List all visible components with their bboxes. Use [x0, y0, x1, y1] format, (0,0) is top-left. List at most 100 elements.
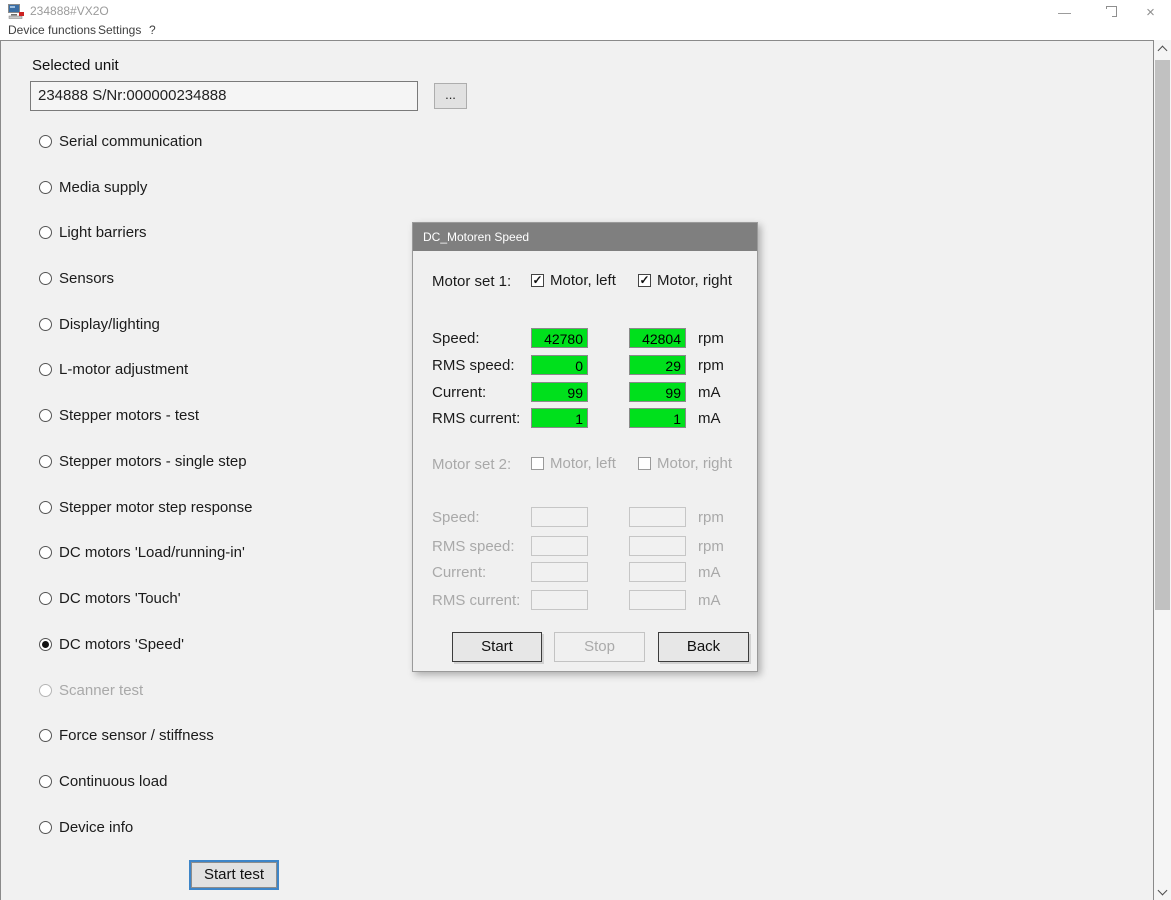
radio-icon	[39, 135, 52, 148]
test-option-l-motor-adjustment[interactable]: L-motor adjustment	[39, 360, 188, 378]
set1-rms-speed-right-value: 29	[629, 355, 686, 375]
test-option-stepper-motor-step-response[interactable]: Stepper motor step response	[39, 498, 252, 516]
menu-settings[interactable]: Settings	[98, 23, 141, 37]
minimize-icon[interactable]: —	[1042, 0, 1087, 24]
menu-help[interactable]: ?	[149, 23, 156, 37]
radio-icon	[39, 546, 52, 559]
radio-icon	[39, 272, 52, 285]
set1-rms-speed-left-value: 0	[531, 355, 588, 375]
radio-icon	[39, 821, 52, 834]
menu-device-functions[interactable]: Device functions	[8, 23, 96, 37]
radio-icon	[39, 775, 52, 788]
test-option-stepper-motors-test[interactable]: Stepper motors - test	[39, 406, 199, 424]
motor-set-1-label: Motor set 1:	[432, 273, 511, 290]
test-option-light-barriers[interactable]: Light barriers	[39, 223, 147, 241]
close-icon[interactable]: ×	[1128, 0, 1171, 24]
test-option-label: L-motor adjustment	[59, 361, 188, 378]
start-button[interactable]: Start	[452, 632, 542, 662]
set2-rms-current-right-value	[629, 590, 686, 610]
set2-speed-right-value	[629, 507, 686, 527]
checkbox-checked-icon	[638, 274, 651, 287]
radio-icon	[39, 226, 52, 239]
stop-button: Stop	[554, 632, 645, 662]
test-option-label: Continuous load	[59, 773, 167, 790]
test-option-label: Light barriers	[59, 224, 147, 241]
test-option-label: Media supply	[59, 179, 147, 196]
motor-set-1-right-checkbox[interactable]: Motor, right	[638, 272, 732, 289]
radio-icon	[39, 455, 52, 468]
scroll-down-icon[interactable]	[1154, 883, 1171, 900]
test-option-label: Device info	[59, 819, 133, 836]
selected-unit-field[interactable]: 234888 S/Nr:000000234888	[30, 81, 418, 111]
set1-current-label: Current:	[432, 384, 486, 401]
scroll-up-icon[interactable]	[1154, 40, 1171, 57]
set2-current-right-value	[629, 562, 686, 582]
test-option-label: Stepper motors - test	[59, 407, 199, 424]
motor-set-1-left-checkbox[interactable]: Motor, left	[531, 272, 616, 289]
test-option-dc-motors-touch[interactable]: DC motors 'Touch'	[39, 589, 181, 607]
radio-icon	[39, 501, 52, 514]
set2-rms-current-label: RMS current:	[432, 592, 520, 609]
start-test-button[interactable]: Start test	[189, 860, 279, 890]
test-option-stepper-motors-single-step[interactable]: Stepper motors - single step	[39, 452, 247, 470]
set1-rms-speed-label: RMS speed:	[432, 357, 515, 374]
test-option-label: Serial communication	[59, 133, 202, 150]
back-button[interactable]: Back	[658, 632, 749, 662]
test-option-scanner-test: Scanner test	[39, 681, 143, 699]
browse-button[interactable]: ...	[434, 83, 467, 109]
set2-speed-unit: rpm	[698, 509, 724, 526]
set1-rms-current-left-value: 1	[531, 408, 588, 428]
window-titlebar: 234888#VX2O — ×	[0, 0, 1171, 22]
motor-set-2-label: Motor set 2:	[432, 456, 511, 473]
test-option-media-supply[interactable]: Media supply	[39, 178, 147, 196]
set2-rms-current-left-value	[531, 590, 588, 610]
test-option-sensors[interactable]: Sensors	[39, 269, 114, 287]
radio-icon	[39, 318, 52, 331]
test-option-serial-communication[interactable]: Serial communication	[39, 132, 202, 150]
set2-rms-speed-unit: rpm	[698, 538, 724, 555]
test-option-label: Stepper motors - single step	[59, 453, 247, 470]
checkbox-label: Motor, right	[657, 455, 732, 472]
set1-rms-current-unit: mA	[698, 410, 721, 427]
test-option-dc-motors-speed[interactable]: DC motors 'Speed'	[39, 635, 184, 653]
set1-rms-current-right-value: 1	[629, 408, 686, 428]
dc-motoren-speed-dialog: DC_Motoren Speed Motor set 1: Motor, lef…	[412, 222, 758, 672]
radio-disabled-icon	[39, 684, 52, 697]
radio-selected-icon	[39, 638, 52, 651]
test-option-device-info[interactable]: Device info	[39, 818, 133, 836]
radio-icon	[39, 592, 52, 605]
test-option-label: DC motors 'Touch'	[59, 590, 181, 607]
test-option-dc-motors-load-running-in[interactable]: DC motors 'Load/running-in'	[39, 543, 245, 561]
set1-current-right-value: 99	[629, 382, 686, 402]
test-option-label: Force sensor / stiffness	[59, 727, 214, 744]
restore-icon[interactable]	[1085, 0, 1130, 24]
test-option-label: Sensors	[59, 270, 114, 287]
dialog-title[interactable]: DC_Motoren Speed	[413, 223, 757, 251]
test-option-label: Scanner test	[59, 682, 143, 699]
checkbox-label: Motor, left	[550, 455, 616, 472]
test-option-label: Display/lighting	[59, 316, 160, 333]
set1-speed-label: Speed:	[432, 330, 480, 347]
radio-icon	[39, 181, 52, 194]
selected-unit-label: Selected unit	[32, 57, 119, 74]
set1-speed-unit: rpm	[698, 330, 724, 347]
motor-set-2-left-checkbox: Motor, left	[531, 455, 616, 472]
checkbox-label: Motor, left	[550, 272, 616, 289]
test-option-label: DC motors 'Speed'	[59, 636, 184, 653]
window-title: 234888#VX2O	[30, 4, 109, 18]
set2-current-unit: mA	[698, 564, 721, 581]
menu-bar: Device functions Settings ?	[0, 22, 1171, 40]
scrollbar-thumb[interactable]	[1155, 60, 1170, 610]
vertical-scrollbar[interactable]	[1154, 40, 1171, 900]
set1-speed-left-value: 42780	[531, 328, 588, 348]
test-option-label: DC motors 'Load/running-in'	[59, 544, 245, 561]
set2-rms-current-unit: mA	[698, 592, 721, 609]
set2-rms-speed-left-value	[531, 536, 588, 556]
set2-current-label: Current:	[432, 564, 486, 581]
set1-rms-current-label: RMS current:	[432, 410, 520, 427]
checkbox-unchecked-icon	[638, 457, 651, 470]
set2-rms-speed-right-value	[629, 536, 686, 556]
test-option-force-sensor-stiffness[interactable]: Force sensor / stiffness	[39, 726, 214, 744]
test-option-display-lighting[interactable]: Display/lighting	[39, 315, 160, 333]
test-option-continuous-load[interactable]: Continuous load	[39, 772, 167, 790]
